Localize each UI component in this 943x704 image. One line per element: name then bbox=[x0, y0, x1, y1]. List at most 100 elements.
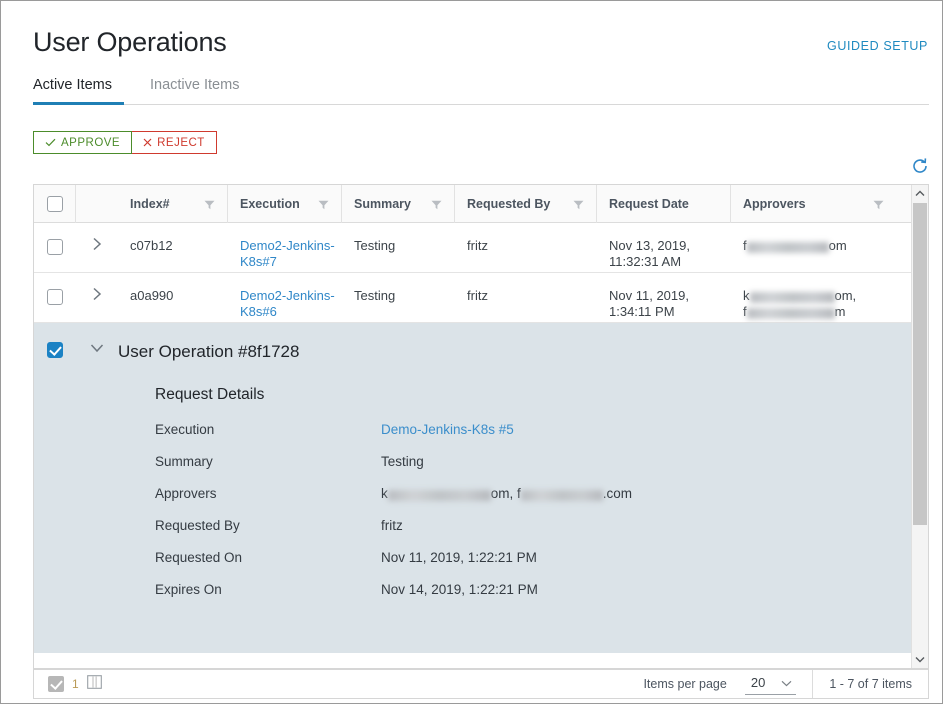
filter-icon[interactable] bbox=[204, 199, 215, 213]
approver-suffix: .com bbox=[602, 486, 633, 501]
cell-request-date: Nov 13, 2019, 11:32:31 AM bbox=[597, 223, 731, 270]
row-expander[interactable] bbox=[76, 223, 118, 251]
cell-approvers: f om bbox=[731, 223, 896, 254]
redacted-text bbox=[520, 490, 603, 501]
expanded-row-detail: User Operation #8f1728 Request Details E… bbox=[34, 323, 928, 653]
approver-prefix: k bbox=[743, 288, 750, 303]
column-header-request-date[interactable]: Request Date bbox=[597, 185, 731, 223]
table-row[interactable]: a0a990 Demo2-Jenkins-K8s#6 Testing fritz… bbox=[34, 273, 928, 323]
tab-inactive-items[interactable]: Inactive Items bbox=[150, 77, 239, 103]
row-collapser[interactable] bbox=[76, 333, 118, 353]
tab-active-items[interactable]: Active Items bbox=[33, 77, 112, 103]
expander-header-cell bbox=[76, 185, 118, 223]
user-operations-window: User Operations GUIDED SETUP Active Item… bbox=[0, 0, 943, 704]
action-toolbar: APPROVE REJECT bbox=[33, 131, 217, 154]
approver-suffix: om, bbox=[834, 288, 857, 303]
cell-summary: Testing bbox=[354, 238, 396, 253]
filter-icon[interactable] bbox=[318, 199, 329, 213]
column-label: Requested By bbox=[467, 196, 551, 211]
table-row[interactable]: c07b12 Demo2-Jenkins-K8s#7 Testing fritz… bbox=[34, 223, 928, 273]
approver-mid: om, f bbox=[490, 486, 521, 501]
detail-row-summary: Summary Testing bbox=[155, 454, 928, 469]
cell-summary: Testing bbox=[354, 288, 396, 303]
expanded-select-cell bbox=[34, 333, 76, 358]
approver-prefix: k bbox=[381, 486, 388, 501]
column-label: Request Date bbox=[609, 196, 689, 211]
columns-icon[interactable] bbox=[86, 674, 102, 694]
row-expander[interactable] bbox=[76, 273, 118, 301]
tab-divider bbox=[33, 104, 929, 105]
column-header-requested-by[interactable]: Requested By bbox=[455, 185, 597, 223]
row-checkbox[interactable] bbox=[47, 239, 63, 255]
execution-link[interactable]: Demo2-Jenkins-K8s#6 bbox=[240, 288, 335, 319]
detail-row-requested-on: Requested On Nov 11, 2019, 1:22:21 PM bbox=[155, 550, 928, 565]
items-per-page-select[interactable]: 20 bbox=[744, 674, 797, 695]
detail-value: Demo-Jenkins-K8s #5 bbox=[381, 422, 514, 437]
guided-setup-link[interactable]: GUIDED SETUP bbox=[827, 39, 928, 53]
check-icon bbox=[45, 138, 56, 147]
detail-row-approvers: Approvers k om, f .com bbox=[155, 486, 928, 501]
approve-button-label: APPROVE bbox=[61, 136, 121, 149]
request-date-line2: 11:32:31 AM bbox=[609, 254, 682, 269]
selection-checkbox[interactable] bbox=[48, 676, 64, 692]
page-header: User Operations GUIDED SETUP bbox=[1, 1, 942, 73]
row-select-cell bbox=[34, 223, 76, 255]
reject-button[interactable]: REJECT bbox=[132, 131, 217, 154]
approve-button[interactable]: APPROVE bbox=[33, 131, 133, 154]
detail-label: Approvers bbox=[155, 486, 217, 501]
detail-label: Requested By bbox=[155, 518, 240, 533]
cell-request-date: Nov 11, 2019, 1:34:11 PM bbox=[597, 273, 731, 320]
execution-link[interactable]: Demo-Jenkins-K8s #5 bbox=[381, 422, 514, 437]
detail-value: fritz bbox=[381, 518, 403, 533]
row-checkbox[interactable] bbox=[47, 289, 63, 305]
request-date-line1: Nov 13, 2019, bbox=[609, 238, 690, 253]
redacted-text bbox=[387, 490, 491, 501]
approver-suffix: m bbox=[834, 304, 846, 319]
refresh-icon[interactable] bbox=[910, 156, 930, 176]
cell-index: a0a990 bbox=[130, 288, 174, 303]
items-per-page-label: Items per page bbox=[643, 677, 727, 691]
filter-icon[interactable] bbox=[873, 199, 884, 213]
detail-label: Requested On bbox=[155, 550, 243, 565]
row-select-cell bbox=[34, 273, 76, 305]
detail-label: Summary bbox=[155, 454, 213, 469]
table-header-row: Index# Execution Summary Requested By Re… bbox=[34, 185, 928, 223]
expanded-row-title: User Operation #8f1728 bbox=[118, 342, 300, 361]
column-header-approvers[interactable]: Approvers bbox=[731, 185, 896, 223]
approver-suffix: om bbox=[828, 238, 847, 253]
request-details-panel: Request Details Execution Demo-Jenkins-K… bbox=[34, 362, 928, 597]
select-all-checkbox[interactable] bbox=[46, 195, 63, 212]
operations-table: Index# Execution Summary Requested By Re… bbox=[33, 184, 929, 669]
scrollbar-thumb[interactable] bbox=[913, 203, 927, 525]
tab-active-indicator bbox=[33, 102, 124, 105]
redacted-text bbox=[746, 242, 829, 253]
request-details-heading: Request Details bbox=[155, 386, 265, 403]
detail-value: Nov 14, 2019, 1:22:21 PM bbox=[381, 582, 538, 597]
detail-row-execution: Execution Demo-Jenkins-K8s #5 bbox=[155, 422, 928, 437]
cell-requested-by: fritz bbox=[467, 288, 488, 303]
scroll-down-icon[interactable] bbox=[912, 651, 928, 668]
table-footer: 1 Items per page 20 1 - 7 of 7 items bbox=[33, 669, 929, 699]
execution-link[interactable]: Demo2-Jenkins-K8s#7 bbox=[240, 238, 335, 269]
selected-count: 1 bbox=[72, 677, 79, 691]
cell-index: c07b12 bbox=[130, 238, 173, 253]
column-header-summary[interactable]: Summary bbox=[342, 185, 455, 223]
footer-pagination-group: Items per page 20 1 - 7 of 7 items bbox=[643, 669, 928, 699]
column-header-execution[interactable]: Execution bbox=[228, 185, 342, 223]
row-checkbox[interactable] bbox=[47, 342, 63, 358]
column-label: Index# bbox=[130, 196, 170, 211]
table-scrollbar[interactable] bbox=[911, 185, 928, 668]
select-all-cell bbox=[34, 185, 76, 223]
column-header-index[interactable]: Index# bbox=[118, 185, 228, 223]
scroll-up-icon[interactable] bbox=[912, 185, 928, 202]
detail-value: Testing bbox=[381, 454, 424, 469]
request-date-line2: 1:34:11 PM bbox=[609, 304, 675, 319]
column-label: Summary bbox=[354, 196, 411, 211]
request-date-line1: Nov 11, 2019, bbox=[609, 288, 689, 303]
detail-value: Nov 11, 2019, 1:22:21 PM bbox=[381, 550, 537, 565]
filter-icon[interactable] bbox=[431, 199, 442, 213]
cell-requested-by: fritz bbox=[467, 238, 488, 253]
page-title: User Operations bbox=[33, 27, 227, 57]
items-per-page-value: 20 bbox=[750, 675, 766, 690]
filter-icon[interactable] bbox=[573, 199, 584, 213]
